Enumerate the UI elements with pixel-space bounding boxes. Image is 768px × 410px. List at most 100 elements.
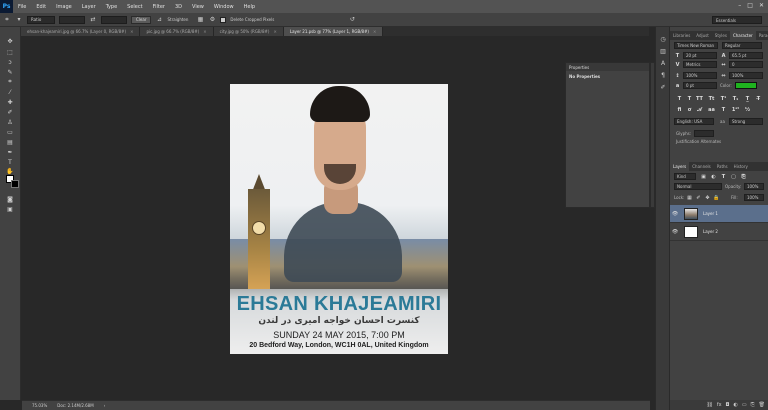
- clear-button[interactable]: Clear: [131, 15, 152, 24]
- quick-mask-icon[interactable]: ◙: [6, 195, 14, 203]
- filter-type-icon[interactable]: T: [720, 173, 727, 180]
- swap-icon[interactable]: ⇄: [89, 16, 97, 24]
- add-mask-icon[interactable]: ◘: [726, 402, 730, 408]
- crop-tool-icon[interactable]: ⌗: [3, 16, 11, 24]
- background-color-swatch[interactable]: [11, 180, 19, 188]
- paragraph-icon[interactable]: ¶: [659, 71, 667, 79]
- fx-icon[interactable]: fx: [717, 402, 722, 408]
- filter-smart-icon[interactable]: ⎘: [740, 173, 747, 180]
- close-icon[interactable]: ✕: [373, 29, 376, 34]
- zoom-level[interactable]: 75.03%: [32, 403, 47, 408]
- lock-move-icon[interactable]: ✥: [704, 194, 711, 201]
- doc-tab[interactable]: city.jpg @ 50% (RGB/8#) ✕: [213, 27, 284, 36]
- close-icon[interactable]: ✕: [203, 29, 206, 34]
- straighten-label[interactable]: Straighten: [167, 17, 188, 22]
- menu-window[interactable]: Window: [209, 4, 239, 10]
- marquee-tool-icon[interactable]: ⬚: [6, 48, 14, 56]
- link-layers-icon[interactable]: ⛓: [706, 402, 712, 408]
- opacity-input[interactable]: 100%: [744, 183, 764, 190]
- fill-input[interactable]: 100%: [744, 194, 764, 201]
- ordinals-icon[interactable]: 1ˢᵗ: [732, 106, 739, 113]
- glyphs-select[interactable]: [694, 130, 714, 137]
- history-icon[interactable]: ◷: [659, 35, 667, 43]
- minimize-icon[interactable]: –: [738, 2, 741, 9]
- menu-filter[interactable]: Filter: [148, 4, 170, 10]
- chevron-down-icon[interactable]: ▾: [15, 16, 23, 24]
- menu-select[interactable]: Select: [122, 4, 147, 10]
- tab-adjust[interactable]: Adjust: [693, 31, 712, 40]
- tab-paths[interactable]: Paths: [714, 162, 731, 171]
- eye-icon[interactable]: 👁: [670, 229, 680, 235]
- delete-cropped-checkbox[interactable]: [220, 16, 227, 23]
- vertical-scale-input[interactable]: 100%: [683, 72, 717, 79]
- fractions-icon[interactable]: ½: [744, 106, 751, 113]
- maximize-icon[interactable]: □: [747, 2, 753, 9]
- swash-icon[interactable]: 𝒜: [696, 106, 703, 113]
- font-size-input[interactable]: 20 pt: [683, 52, 717, 59]
- reset-icon[interactable]: ↺: [348, 16, 356, 24]
- tab-paragraph[interactable]: Paragraph: [756, 31, 768, 40]
- grid-overlay-icon[interactable]: ▦: [196, 16, 204, 24]
- tracking-input[interactable]: 0: [729, 61, 763, 68]
- justification-label[interactable]: Justification Alternates: [676, 139, 721, 144]
- lock-transparency-icon[interactable]: ▦: [686, 194, 693, 201]
- all-caps-icon[interactable]: TT: [696, 95, 703, 102]
- pen-tool-icon[interactable]: ✒: [6, 148, 14, 156]
- leading-input[interactable]: 65.5 pt: [729, 52, 763, 59]
- strikethrough-icon[interactable]: T̶: [755, 95, 762, 102]
- faux-bold-icon[interactable]: T: [676, 95, 683, 102]
- type-tool-icon[interactable]: T: [6, 158, 14, 166]
- app-logo[interactable]: Ps: [0, 0, 13, 13]
- straighten-icon[interactable]: ⊿: [155, 16, 163, 24]
- tab-styles[interactable]: Styles: [712, 31, 730, 40]
- trash-icon[interactable]: 🗑: [759, 402, 765, 408]
- adjustment-layer-icon[interactable]: ◐: [734, 402, 738, 408]
- menu-image[interactable]: Image: [51, 4, 77, 10]
- properties-icon[interactable]: ▥: [659, 47, 667, 55]
- ratio-width-input[interactable]: [59, 15, 85, 24]
- language-select[interactable]: English: USA: [674, 118, 714, 125]
- subscript-icon[interactable]: T₁: [732, 95, 739, 102]
- eraser-tool-icon[interactable]: ▭: [6, 128, 14, 136]
- baseline-shift-input[interactable]: 0 pt: [683, 82, 717, 89]
- properties-panel-title[interactable]: Properties: [566, 63, 649, 71]
- blend-mode-select[interactable]: Normal: [674, 183, 722, 190]
- ratio-select[interactable]: Ratio: [27, 15, 55, 24]
- menu-view[interactable]: View: [187, 4, 209, 10]
- tab-character[interactable]: Character: [729, 31, 756, 40]
- stylistic-icon[interactable]: aa: [708, 106, 715, 113]
- poster-document[interactable]: EHSAN KHAJEAMIRI کنسرت احسان خواجه امیری…: [230, 84, 448, 354]
- lasso-tool-icon[interactable]: ↄ: [6, 58, 14, 66]
- faux-italic-icon[interactable]: T: [686, 95, 693, 102]
- ligatures-icon[interactable]: ﬁ: [676, 106, 683, 113]
- small-caps-icon[interactable]: Tt: [708, 95, 715, 102]
- kerning-select[interactable]: Metrics: [683, 61, 717, 68]
- doc-tab[interactable]: ehsan-khajeamiri.jpg @ 66.7% (Layer 0, R…: [21, 27, 141, 36]
- lock-icon[interactable]: 🔒: [713, 194, 720, 201]
- text-color-swatch[interactable]: [735, 82, 757, 89]
- titling-icon[interactable]: T: [720, 106, 727, 113]
- gradient-tool-icon[interactable]: ▤: [6, 138, 14, 146]
- close-icon[interactable]: ✕: [273, 29, 276, 34]
- layer-row[interactable]: 👁 Layer 2: [670, 223, 768, 241]
- chevron-right-icon[interactable]: ›: [104, 403, 106, 408]
- character-icon[interactable]: A: [659, 59, 667, 67]
- brush-tool-icon[interactable]: ✐: [6, 108, 14, 116]
- font-family-select[interactable]: Times New Roman: [674, 42, 718, 49]
- superscript-icon[interactable]: T¹: [720, 95, 727, 102]
- tab-libraries[interactable]: Libraries: [670, 31, 693, 40]
- eye-icon[interactable]: 👁: [670, 211, 680, 217]
- gear-icon[interactable]: ⚙: [208, 16, 216, 24]
- canvas-area[interactable]: EHSAN KHAJEAMIRI کنسرت احسان خواجه امیری…: [22, 36, 565, 400]
- menu-edit[interactable]: Edit: [31, 4, 51, 10]
- layer-filter-select[interactable]: Kind: [674, 173, 696, 180]
- quick-select-tool-icon[interactable]: ✎: [6, 68, 14, 76]
- font-style-select[interactable]: Regular: [722, 42, 762, 49]
- new-layer-icon[interactable]: ⎘: [751, 402, 755, 408]
- menu-help[interactable]: Help: [239, 4, 260, 10]
- menu-file[interactable]: File: [13, 4, 31, 10]
- eyedropper-tool-icon[interactable]: ⁄: [6, 88, 14, 96]
- doc-tab-active[interactable]: Layer 21.psb @ 77% (Layer 1, RGB/8#) ✕: [283, 27, 384, 36]
- new-group-icon[interactable]: ▭: [742, 402, 747, 408]
- menu-3d[interactable]: 3D: [170, 4, 187, 10]
